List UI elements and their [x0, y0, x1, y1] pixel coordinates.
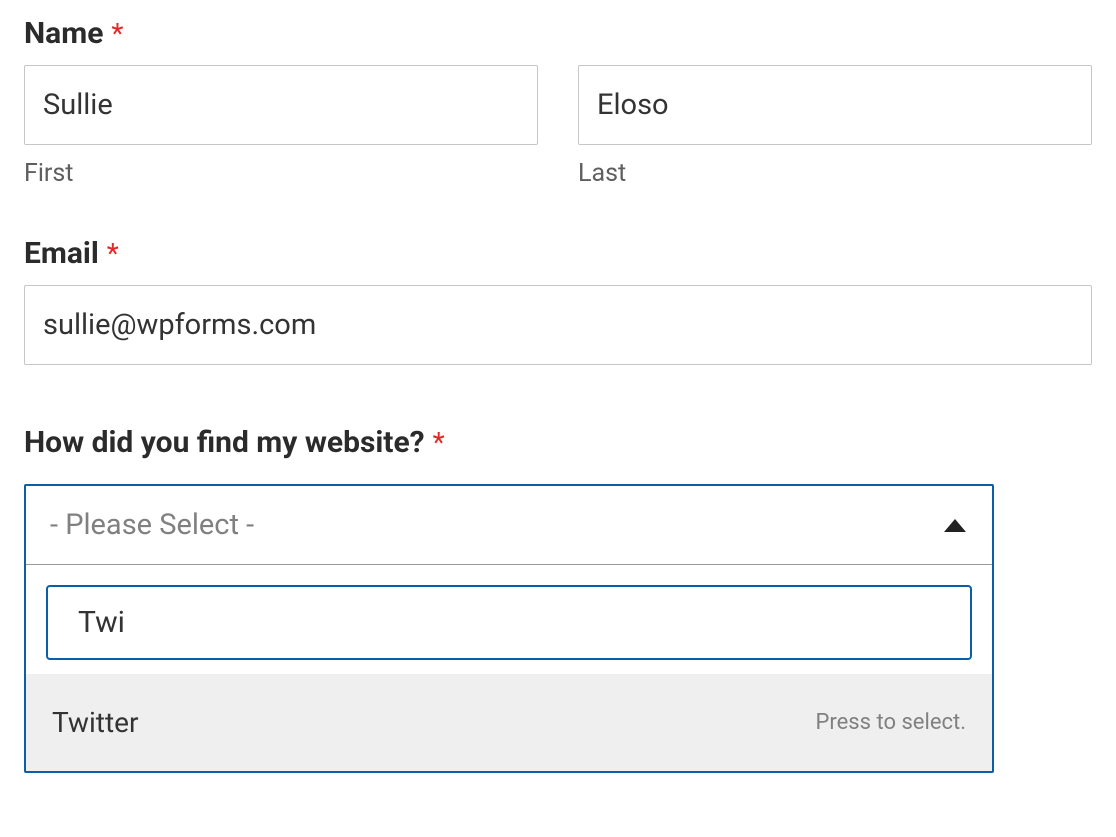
source-label: How did you find my website?	[24, 425, 425, 460]
name-label: Name	[24, 16, 103, 51]
name-field: Name * First Last	[24, 16, 1092, 188]
last-name-col: Last	[578, 65, 1092, 188]
last-name-input[interactable]	[578, 65, 1092, 145]
first-name-sublabel: First	[24, 159, 538, 188]
email-input[interactable]	[24, 285, 1092, 365]
select-placeholder: - Please Select -	[50, 508, 254, 542]
select-header[interactable]: - Please Select -	[26, 486, 992, 565]
select-option-twitter[interactable]: Twitter Press to select.	[26, 674, 992, 771]
option-text: Twitter	[52, 706, 138, 739]
source-select[interactable]: - Please Select - Twitter Press to selec…	[24, 484, 994, 773]
email-field: Email *	[24, 236, 1092, 365]
caret-up-icon	[944, 519, 966, 532]
source-field: How did you find my website? * - Please …	[24, 425, 1092, 773]
select-search-row	[26, 565, 992, 674]
first-name-col: First	[24, 65, 538, 188]
name-row: First Last	[24, 65, 1092, 188]
first-name-input[interactable]	[24, 65, 538, 145]
select-search-input[interactable]	[46, 585, 972, 660]
required-asterisk: *	[107, 237, 119, 270]
option-hint: Press to select.	[816, 710, 967, 735]
last-name-sublabel: Last	[578, 159, 1092, 188]
email-label: Email	[24, 236, 99, 271]
required-asterisk: *	[433, 426, 445, 459]
required-asterisk: *	[111, 17, 123, 50]
